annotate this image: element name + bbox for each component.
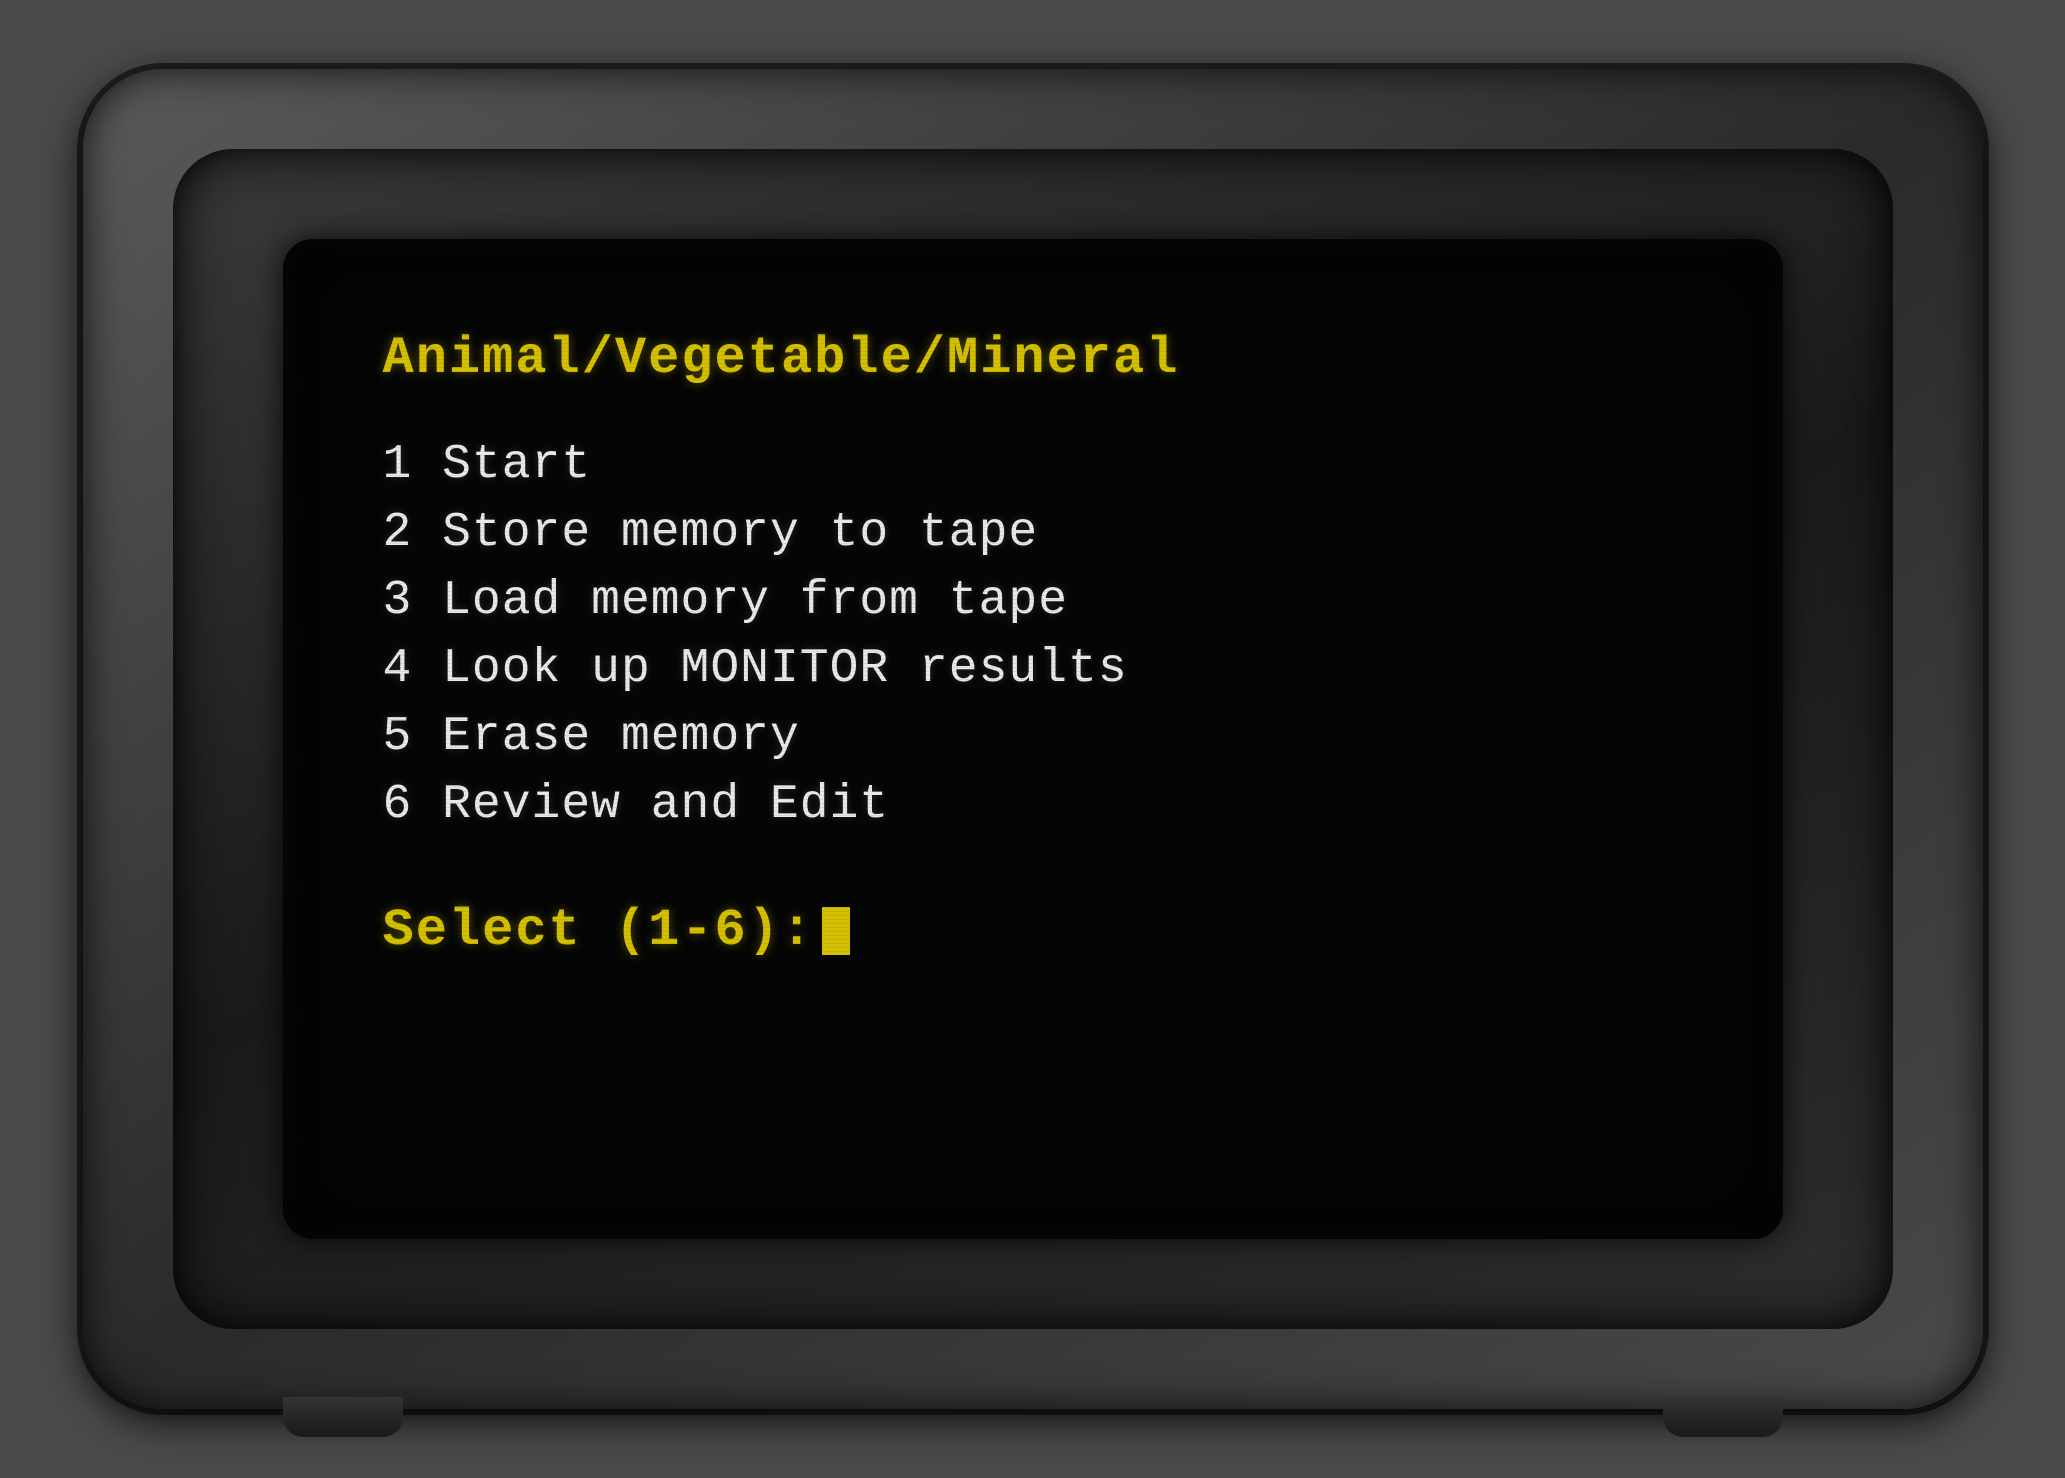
menu-list: 1 Start 2 Store memory to tape 3 Load me…: [383, 438, 1683, 846]
monitor-bezel: Animal/Vegetable/Mineral 1 Start 2 Store…: [173, 149, 1893, 1329]
menu-label-3: Load memory from tape: [442, 574, 1068, 628]
menu-item-4[interactable]: 4 Look up MONITOR results: [383, 642, 1683, 696]
app-title: Animal/Vegetable/Mineral: [383, 329, 1683, 388]
menu-number-1: 1: [383, 438, 443, 492]
menu-label-5: Erase memory: [442, 710, 800, 764]
monitor-foot-left: [283, 1397, 403, 1437]
menu-label-4: Look up MONITOR results: [442, 642, 1128, 696]
input-prompt[interactable]: Select (1-6):: [383, 901, 1683, 960]
menu-label-6: Review and Edit: [442, 778, 889, 832]
menu-item-2[interactable]: 2 Store memory to tape: [383, 506, 1683, 560]
menu-number-2: 2: [383, 506, 443, 560]
menu-item-5[interactable]: 5 Erase memory: [383, 710, 1683, 764]
crt-screen: Animal/Vegetable/Mineral 1 Start 2 Store…: [283, 239, 1783, 1239]
monitor-foot-right: [1663, 1397, 1783, 1437]
menu-number-4: 4: [383, 642, 443, 696]
menu-number-3: 3: [383, 574, 443, 628]
menu-item-3[interactable]: 3 Load memory from tape: [383, 574, 1683, 628]
menu-label-2: Store memory to tape: [442, 506, 1038, 560]
menu-label-1: Start: [442, 438, 591, 492]
menu-number-6: 6: [383, 778, 443, 832]
menu-item-1[interactable]: 1 Start: [383, 438, 1683, 492]
menu-number-5: 5: [383, 710, 443, 764]
cursor-blink: [822, 907, 850, 955]
monitor-outer: Animal/Vegetable/Mineral 1 Start 2 Store…: [83, 69, 1983, 1409]
menu-item-6[interactable]: 6 Review and Edit: [383, 778, 1683, 832]
prompt-text: Select (1-6):: [383, 901, 815, 960]
